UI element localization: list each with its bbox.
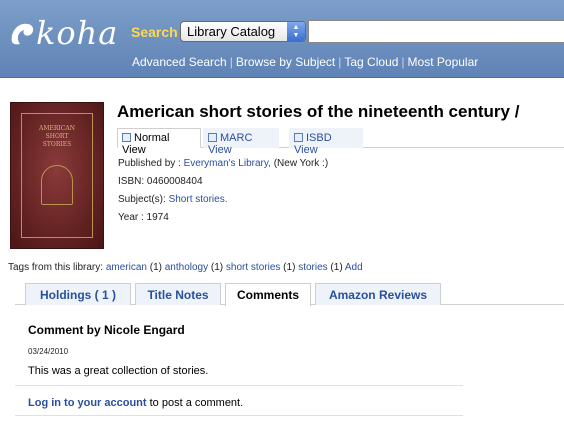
divider [15, 385, 463, 386]
tab-holdings[interactable]: Holdings ( 1 ) [25, 283, 131, 305]
tab-marc-view[interactable]: MARC View [203, 128, 279, 156]
koha-swirl-icon [11, 23, 34, 45]
record-title: American short stories of the nineteenth… [117, 102, 520, 121]
advanced-search-link[interactable]: Advanced Search [132, 55, 227, 69]
isbd-icon [294, 133, 303, 142]
nav-separator: | [338, 55, 342, 69]
cover-ornament [41, 165, 73, 205]
tag-count: (1) [210, 262, 224, 273]
published-label: Published by : [118, 158, 181, 169]
tab-title-notes[interactable]: Title Notes [135, 283, 221, 305]
view-tabs: Normal View MARC View ISBD View [117, 128, 564, 156]
comments-panel: Comment by Nicole Engard 03/24/2010 This… [15, 305, 463, 417]
tag-cloud-link[interactable]: Tag Cloud [344, 55, 398, 69]
cover-line: SHORT [45, 133, 69, 140]
tag-count: (1) [330, 262, 343, 273]
isbn-row: ISBN: 0460008404 [118, 176, 203, 187]
publisher-place: (New York :) [273, 158, 329, 169]
record-tabs: Holdings ( 1 ) Title Notes Comments Amaz… [15, 282, 564, 306]
tag-count: (1) [283, 262, 296, 273]
tag-link-short-stories[interactable]: short stories [226, 262, 280, 273]
marc-icon [208, 133, 217, 142]
add-tag-link[interactable]: Add [345, 262, 363, 273]
catalog-select[interactable]: Library Catalog ▲ ▼ [180, 21, 306, 42]
koha-logo[interactable]: koha [8, 14, 118, 54]
comment-date: 03/24/2010 [28, 347, 69, 356]
subjects-row: Subject(s): Short stories. [118, 194, 328, 212]
tag-count: (1) [149, 262, 162, 273]
nav-separator: | [229, 55, 233, 69]
record-details: Published by : Everyman's Library, (New … [118, 158, 328, 230]
tag-link-american[interactable]: american [106, 262, 147, 273]
tab-amazon-reviews[interactable]: Amazon Reviews [315, 283, 441, 305]
cover-line: STORIES [42, 141, 72, 148]
browse-by-subject-link[interactable]: Browse by Subject [236, 55, 335, 69]
logo-text: koha [36, 14, 119, 52]
most-popular-link[interactable]: Most Popular [408, 55, 479, 69]
publisher-link[interactable]: Everyman's Library, [184, 158, 271, 169]
header-nav: Advanced Search | Browse by Subject | Tag Cl… [132, 55, 478, 69]
login-suffix: to post a comment. [146, 397, 244, 409]
nav-separator: | [401, 55, 405, 69]
library-tags: Tags from this library: american (1) ant… [8, 262, 363, 273]
tab-comments[interactable]: Comments [225, 283, 311, 306]
tag-link-anthology[interactable]: anthology [165, 262, 208, 273]
login-link[interactable]: Log in to your account [28, 397, 147, 409]
year-row: Year : 1974 [118, 212, 169, 223]
select-arrows-icon: ▲ ▼ [287, 22, 305, 41]
cover-title: AMERICAN SHORT STORIES [11, 125, 103, 149]
comment-title: Comment by Nicole Engard [28, 323, 185, 337]
tab-normal-view[interactable]: Normal View [117, 128, 201, 156]
comment-body: This was a great collection of stories. [28, 365, 209, 377]
search-label: Search [131, 24, 178, 40]
search-input[interactable] [308, 20, 564, 43]
book-cover: AMERICAN SHORT STORIES [10, 102, 104, 249]
cover-line: AMERICAN [39, 125, 75, 132]
document-icon [122, 133, 131, 142]
subjects-label: Subject(s): [118, 194, 166, 205]
tags-label: Tags from this library: [8, 262, 104, 273]
masthead: koha Search Library Catalog ▲ ▼ Advanced … [0, 0, 564, 78]
subject-link[interactable]: Short stories. [169, 194, 228, 205]
login-prompt: Log in to your account to post a comment… [28, 397, 243, 409]
catalog-select-value: Library Catalog [187, 24, 276, 39]
published-row: Published by : Everyman's Library, (New … [118, 158, 328, 176]
tab-isbd-view[interactable]: ISBD View [289, 128, 363, 156]
divider [15, 415, 463, 416]
tag-link-stories[interactable]: stories [298, 262, 327, 273]
